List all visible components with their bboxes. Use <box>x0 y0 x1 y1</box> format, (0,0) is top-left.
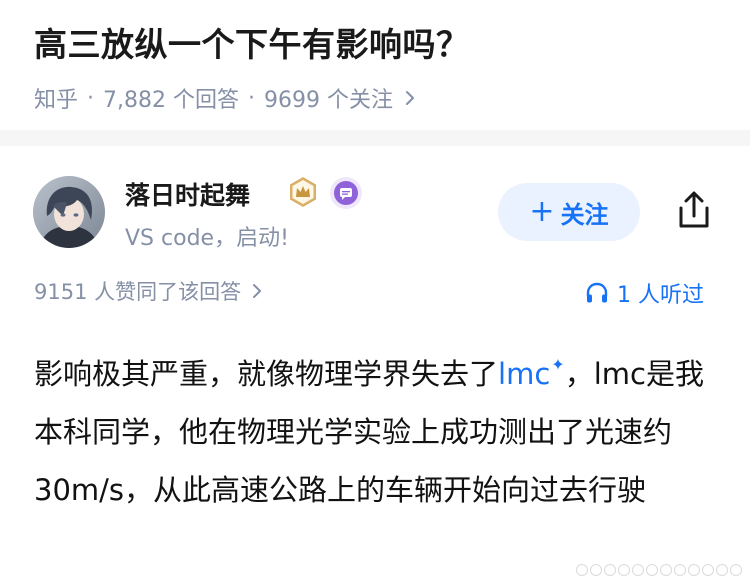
share-icon[interactable] <box>672 188 716 232</box>
separator-dot: · <box>87 85 95 111</box>
question-meta[interactable]: 知乎 · 7,882 个回答 · 9699 个关注 <box>34 82 417 114</box>
chevron-right-icon <box>405 91 414 105</box>
follow-button[interactable]: + 关注 <box>498 183 640 241</box>
section-divider <box>0 130 750 146</box>
plus-icon: + <box>529 194 555 229</box>
answer-text-part1: 影响极其严重，就像物理学界失去了 <box>34 357 499 391</box>
answer-link[interactable]: lmc <box>498 357 550 391</box>
answers-count: 7,882 个回答 <box>103 88 239 113</box>
likes-label: 9151 人赞同了该回答 <box>34 280 242 304</box>
author-name[interactable]: 落日时起舞 <box>125 176 250 212</box>
followers-count: 9699 个关注 <box>264 88 393 113</box>
separator-dot: · <box>248 85 255 111</box>
answer-body: 影响极其严重，就像物理学界失去了lmc✦，lmc是我本科同学，他在物理光学实验上… <box>34 336 724 519</box>
headphones-icon <box>586 282 608 303</box>
listened-label: 1 人听过 <box>617 283 704 308</box>
chat-badge-icon[interactable] <box>329 176 363 210</box>
avatar[interactable] <box>33 176 105 248</box>
listened-count[interactable]: 1 人听过 <box>585 277 704 309</box>
source-label: 知乎 <box>34 88 79 113</box>
chevron-right-icon <box>253 284 262 298</box>
avatar-illustration <box>33 176 105 248</box>
crown-badge-icon[interactable] <box>287 176 319 208</box>
watermark-dots <box>576 564 742 576</box>
likes-count[interactable]: 9151 人赞同了该回答 <box>34 276 263 306</box>
question-title[interactable]: 高三放纵一个下午有影响吗？ <box>34 18 470 66</box>
author-bio: VS code，启动! <box>125 226 289 251</box>
follow-label: 关注 <box>560 200 609 229</box>
link-sparkle-icon: ✦ <box>551 355 565 374</box>
